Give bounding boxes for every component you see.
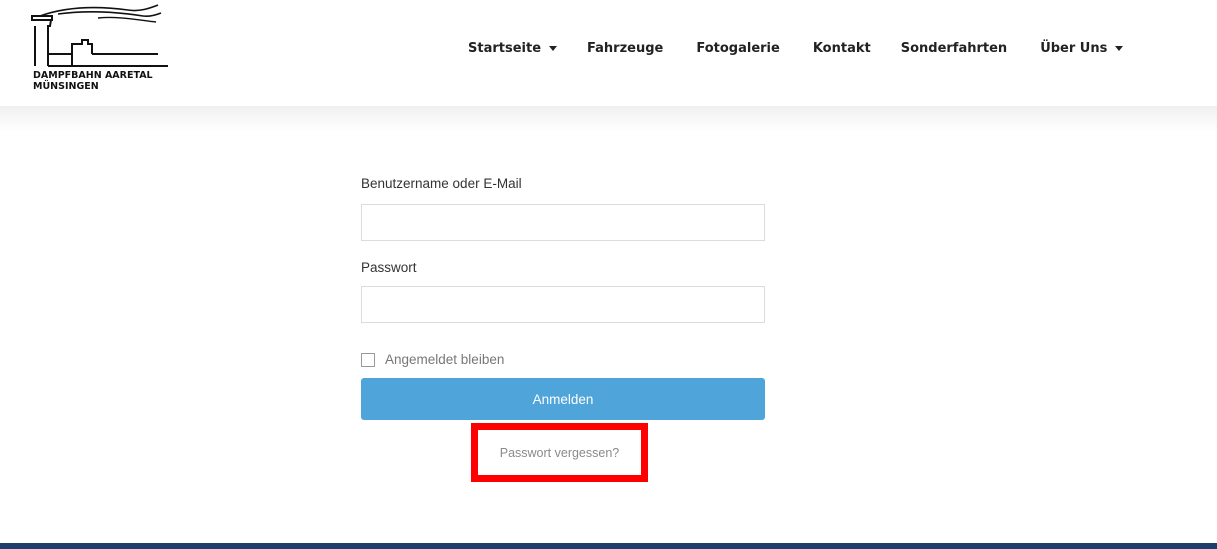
nav-item-ueber-uns[interactable]: Über Uns [1040,40,1124,56]
nav-item-label: Kontakt [812,40,871,56]
nav-item-label: Startseite [468,40,542,56]
nav-item-kontakt[interactable]: Kontakt [813,41,871,56]
nav-item-fotogalerie[interactable]: Fotogalerie [696,41,779,56]
main-navigation: Startseite Fahrzeuge Fotogalerie Kontakt… [468,37,1124,59]
nav-item-startseite[interactable]: Startseite [468,40,558,56]
nav-item-sonderfahrten[interactable]: Sonderfahrten [901,41,1007,56]
remember-me[interactable]: Angemeldet bleiben [361,352,504,367]
site-header: DAMPFBAHN AARETAL MÜNSINGEN Startseite F… [0,0,1217,106]
brand-line-2: MÜNSINGEN [33,81,99,92]
site-logo[interactable]: DAMPFBAHN AARETAL MÜNSINGEN [28,4,178,94]
username-field[interactable] [361,204,765,241]
nav-item-fahrzeuge[interactable]: Fahrzeuge [587,41,663,56]
remember-checkbox[interactable] [361,352,375,367]
password-input[interactable] [362,287,764,322]
nav-item-label: Über Uns [1040,40,1108,56]
forgot-password-link[interactable]: Passwort vergessen? [500,446,620,460]
username-label: Benutzername oder E-Mail [361,176,522,191]
caret-down-icon [549,45,558,51]
brand-line-1: DAMPFBAHN AARETAL [33,70,153,81]
footer-bar [0,543,1217,549]
highlight-box: Passwort vergessen? [471,423,648,482]
nav-item-label: Fahrzeuge [587,40,664,56]
password-field[interactable] [361,286,765,323]
username-input[interactable] [362,205,764,240]
brand-name: DAMPFBAHN AARETAL MÜNSINGEN [33,70,153,92]
remember-label: Angemeldet bleiben [385,352,505,367]
caret-down-icon [1115,45,1124,51]
nav-item-label: Sonderfahrten [900,40,1008,56]
nav-item-label: Fotogalerie [696,40,780,56]
steam-locomotive-logo-icon [31,4,168,67]
password-label: Passwort [361,260,417,275]
header-shadow [0,106,1217,132]
login-button[interactable]: Anmelden [361,378,765,420]
